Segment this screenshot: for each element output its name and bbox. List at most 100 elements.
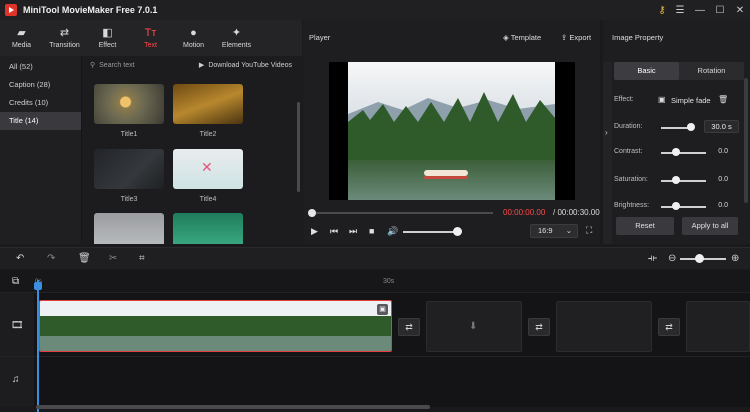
duration-input[interactable]: 30.0 s [704, 120, 739, 133]
volume-handle[interactable] [453, 227, 462, 236]
tab-elements[interactable]: ✦ Elements [215, 20, 258, 56]
play-icon[interactable]: ▶ [311, 226, 318, 237]
tab-elements-label: Elements [221, 41, 252, 49]
effect-value[interactable]: Simple fade [671, 96, 711, 105]
youtube-icon: ▶ [198, 62, 205, 69]
title1-label: Title1 [120, 131, 138, 138]
reset-button[interactable]: Reset [616, 217, 674, 235]
saturation-slider[interactable] [661, 180, 706, 182]
tab-basic[interactable]: Basic [614, 62, 679, 80]
previous-frame-icon[interactable]: ⏮ [330, 226, 338, 237]
volume-slider[interactable] [403, 231, 458, 233]
tab-media[interactable]: ▰ Media [0, 20, 43, 56]
title3-label: Title3 [120, 196, 138, 203]
tab-text[interactable]: Tт Text [129, 20, 172, 56]
menu-icon[interactable]: ☰ [673, 3, 687, 17]
template-button[interactable]: ◈ Template [503, 33, 541, 42]
aspect-ratio-value: 16:9 [538, 226, 553, 235]
next-frame-icon[interactable]: ⏭ [349, 226, 357, 237]
template-icon: ◈ [503, 33, 509, 42]
title-bar: MiniTool MovieMaker Free 7.0.1 ⚷ ☰ — ☐ ✕ [0, 0, 750, 20]
tab-rotation[interactable]: Rotation [679, 62, 744, 80]
export-button[interactable]: ⇪ Export [561, 33, 591, 42]
title6-thumbnail[interactable] [173, 213, 243, 244]
search-input[interactable]: ⚲ Search text [90, 61, 135, 70]
text-icon: Tт [144, 26, 157, 39]
property-tabs: Basic Rotation [614, 62, 744, 80]
delete-clip-icon[interactable]: 🗑 [78, 253, 91, 264]
timeline-ruler[interactable]: ⧉ 0s 30s [0, 270, 750, 292]
apply-to-all-button[interactable]: Apply to all [682, 217, 738, 235]
contrast-slider[interactable] [661, 152, 706, 154]
aspect-ratio-select[interactable]: 16:9 ⌄ [530, 224, 578, 238]
contrast-handle[interactable] [672, 148, 680, 156]
brightness-label: Brightness: [614, 202, 650, 209]
effect-label: Effect: [614, 96, 634, 103]
clip-frame [40, 301, 84, 351]
key-icon[interactable]: ⚷ [655, 3, 669, 17]
title2-thumbnail[interactable] [173, 84, 243, 124]
player-title: Player [309, 33, 331, 42]
video-preview[interactable] [329, 62, 575, 200]
transition-slot[interactable]: ⇄ [658, 318, 680, 336]
tab-effect-label: Effect [98, 41, 117, 49]
progress-handle[interactable] [308, 209, 316, 217]
category-caption[interactable]: Caption (28) [0, 76, 81, 94]
transition-slot[interactable]: ⇄ [528, 318, 550, 336]
empty-clip-slot[interactable] [556, 301, 652, 352]
contrast-label: Contrast: [614, 148, 643, 155]
add-track-icon[interactable]: ⧉ [12, 276, 19, 287]
delete-icon[interactable]: 🗑 [718, 95, 728, 104]
zoom-handle[interactable] [695, 254, 704, 263]
category-list: All (52) Caption (28) Credits (10) Title… [0, 56, 82, 244]
undo-icon[interactable]: ↶ [16, 253, 24, 264]
zoom-in-icon[interactable]: ⊕ [731, 253, 739, 264]
collapse-strip[interactable]: › [603, 62, 612, 244]
title4-thumbnail[interactable]: ✕ [173, 149, 243, 189]
volume-icon[interactable]: 🔊 [387, 226, 398, 237]
track-headers: 🎞 ♫ [0, 292, 34, 407]
timeline-scrollbar[interactable] [36, 405, 430, 409]
crop-icon[interactable]: ⌗ [139, 253, 145, 264]
brightness-slider[interactable] [661, 206, 706, 208]
transition-slot[interactable]: ⇄ [398, 318, 420, 336]
title1-thumbnail[interactable] [94, 84, 164, 124]
saturation-handle[interactable] [672, 176, 680, 184]
minimize-button[interactable]: — [693, 3, 707, 17]
playhead-handle[interactable] [34, 282, 42, 290]
brightness-value: 0.0 [718, 202, 728, 209]
category-title[interactable]: Title (14) [0, 112, 81, 130]
category-all[interactable]: All (52) [0, 58, 81, 76]
fullscreen-icon[interactable]: ⛶ [586, 225, 592, 236]
download-youtube-button[interactable]: ▶ Download YouTube Videos [198, 61, 292, 70]
empty-clip-slot[interactable] [686, 301, 750, 352]
tab-transition[interactable]: ⇄ Transition [43, 20, 86, 56]
title2-label: Title2 [199, 131, 217, 138]
clip-frame [260, 301, 304, 351]
empty-clip-slot[interactable]: ⬇ [426, 301, 522, 352]
clip-frame [128, 301, 172, 351]
tab-motion-label: Motion [182, 41, 204, 49]
fit-timeline-icon[interactable]: ⟛ [648, 253, 657, 264]
split-icon[interactable]: ✂ [109, 253, 117, 264]
title4-decoration-icon: ✕ [201, 159, 213, 175]
duration-handle[interactable] [687, 123, 695, 131]
search-placeholder: Search text [99, 61, 135, 69]
stop-icon[interactable]: ■ [369, 226, 374, 236]
tab-effect[interactable]: ◧ Effect [86, 20, 129, 56]
maximize-button[interactable]: ☐ [713, 3, 727, 17]
tab-motion[interactable]: ● Motion [172, 20, 215, 56]
category-credits[interactable]: Credits (10) [0, 94, 81, 112]
brightness-handle[interactable] [672, 202, 680, 210]
library-scrollbar[interactable] [297, 102, 300, 192]
property-scrollbar[interactable] [744, 78, 748, 203]
title3-thumbnail[interactable] [94, 149, 164, 189]
redo-icon[interactable]: ↷ [47, 253, 55, 264]
playhead[interactable] [37, 280, 39, 412]
title5-thumbnail[interactable] [94, 213, 164, 244]
close-button[interactable]: ✕ [733, 3, 747, 17]
video-clip[interactable]: ▣ [39, 300, 392, 352]
zoom-out-icon[interactable]: ⊖ [668, 253, 676, 264]
progress-bar[interactable] [311, 212, 493, 214]
clip-frame [216, 301, 260, 351]
